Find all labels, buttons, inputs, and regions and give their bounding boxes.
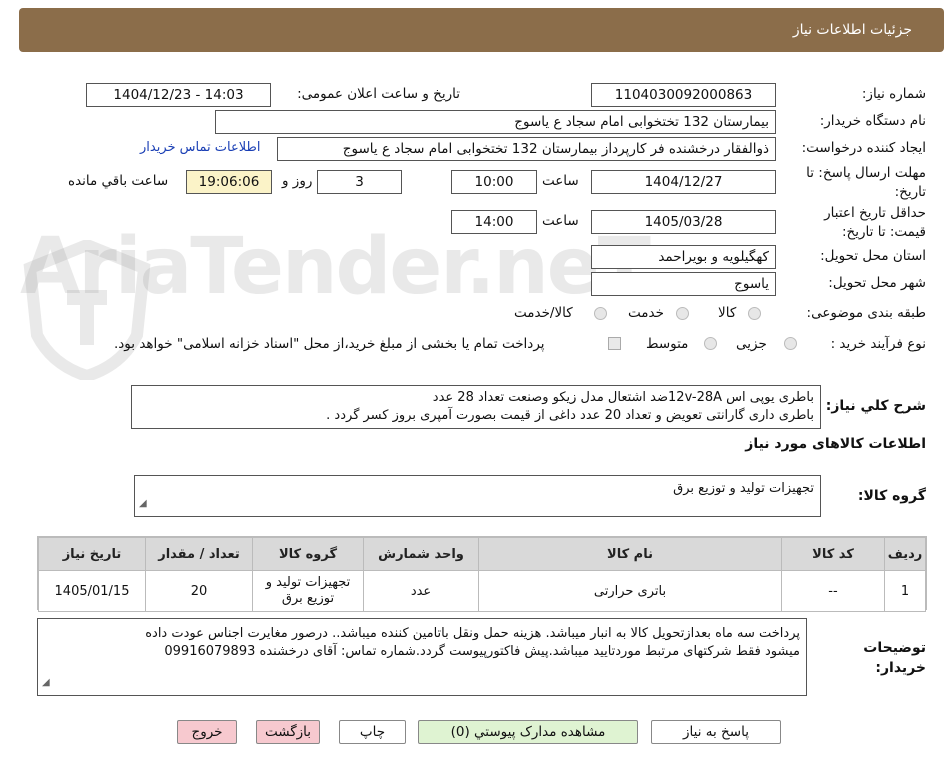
summary-line-2: باطری داری گارانتی تعویض و تعداد 20 عدد … xyxy=(326,408,814,423)
city-label: شهر محل تحویل: xyxy=(828,275,926,291)
print-button[interactable]: چاپ xyxy=(339,720,406,744)
deadline-label: مهلت ارسال پاسخ: تا تاریخ: xyxy=(806,165,926,200)
deadline-time-field: 10:00 xyxy=(451,170,537,194)
col-name: نام کالا xyxy=(478,537,782,571)
reply-button[interactable]: پاسخ به نیاز xyxy=(651,720,781,744)
cell-group: تجهیزات تولید و توزیع برق xyxy=(252,570,364,612)
category-radio-service[interactable] xyxy=(676,307,689,320)
watermark-text: AriaTender.neT xyxy=(20,222,651,312)
notes-line-1: پرداخت سه ماه بعدازتحویل کالا به انبار م… xyxy=(145,626,800,641)
summary-line-1: باطری یوپی اس 12v-28Aضد اشتعال مدل زیکو … xyxy=(432,390,814,405)
col-qty: تعداد / مقدار xyxy=(145,537,253,571)
page-title: جزئیات اطلاعات نیاز xyxy=(792,22,912,38)
treasury-note: پرداخت تمام یا بخشی از مبلغ خرید،از محل … xyxy=(114,336,545,352)
announce-label: تاریخ و ساعت اعلان عمومی: xyxy=(297,86,460,102)
province-label: استان محل تحویل: xyxy=(820,248,926,264)
need-number-label: شماره نیاز: xyxy=(861,86,926,102)
category-option-goods: کالا xyxy=(718,305,737,321)
validity-label: حداقل تاریخ اعتبار قیمت: تا تاریخ: xyxy=(824,205,926,240)
items-table-header: ردیف کد کالا نام کالا واحد شمارش گروه کا… xyxy=(38,537,926,571)
page-header: جزئیات اطلاعات نیاز xyxy=(19,8,944,52)
goods-section-title: اطلاعات کالاهای مورد نیاز xyxy=(745,436,926,452)
buyer-label: نام دستگاه خریدار: xyxy=(819,113,926,129)
process-option-minor: جزیی xyxy=(736,336,767,352)
category-option-service: خدمت xyxy=(628,305,664,321)
category-radio-goods[interactable] xyxy=(748,307,761,320)
deadline-date-field: 1404/12/27 xyxy=(591,170,776,194)
goods-group-textarea[interactable]: تجهیزات تولید و توزیع برق ◢ xyxy=(134,475,821,517)
category-label: طبقه بندی موضوعی: xyxy=(806,305,926,321)
cell-unit: عدد xyxy=(363,570,479,612)
resize-grip-icon: ◢ xyxy=(139,498,147,509)
back-button[interactable]: بازگشت xyxy=(256,720,320,744)
cell-qty: 20 xyxy=(145,570,253,612)
buyer-contact-link[interactable]: اطلاعات تماس خریدار xyxy=(140,140,260,155)
process-radio-minor[interactable] xyxy=(784,337,797,350)
col-date: تاریخ نیاز xyxy=(38,537,146,571)
city-field: یاسوج xyxy=(591,272,776,296)
validity-time-field: 14:00 xyxy=(451,210,537,234)
exit-button[interactable]: خروج xyxy=(177,720,237,744)
days-label: روز و xyxy=(282,173,313,189)
cell-row: 1 xyxy=(884,570,926,612)
col-unit: واحد شمارش xyxy=(363,537,479,571)
category-radio-goods-service[interactable] xyxy=(594,307,607,320)
category-option-goods-service: کالا/خدمت xyxy=(514,305,573,321)
process-label: نوع فرآیند خرید : xyxy=(830,336,926,352)
validity-date-field: 1405/03/28 xyxy=(591,210,776,234)
process-radio-medium[interactable] xyxy=(704,337,717,350)
remaining-time-field: 19:06:06 xyxy=(186,170,272,194)
attachments-button[interactable]: مشاهده مدارک پیوستي (0) xyxy=(418,720,638,744)
notes-textarea[interactable]: پرداخت سه ماه بعدازتحویل کالا به انبار م… xyxy=(37,618,807,696)
items-table: ردیف کد کالا نام کالا واحد شمارش گروه کا… xyxy=(38,537,926,612)
days-field: 3 xyxy=(317,170,402,194)
col-group: گروه کالا xyxy=(252,537,364,571)
cell-code: -- xyxy=(781,570,885,612)
creator-label: ایجاد کننده درخواست: xyxy=(801,140,926,156)
process-option-medium: متوسط xyxy=(646,336,689,352)
col-row: ردیف xyxy=(884,537,926,571)
creator-field: ذوالفقار درخشنده فر کارپرداز بیمارستان 1… xyxy=(277,137,776,161)
cell-name: باتری حرارتی xyxy=(478,570,782,612)
validity-time-label: ساعت xyxy=(542,213,579,229)
cell-date: 1405/01/15 xyxy=(38,570,146,612)
resize-grip-icon: ◢ xyxy=(42,677,50,688)
summary-textarea[interactable]: باطری یوپی اس 12v-28Aضد اشتعال مدل زیکو … xyxy=(131,385,821,429)
province-field: کهگیلویه و بویراحمد xyxy=(591,245,776,269)
summary-label: شرح کلي نياز: xyxy=(825,398,926,414)
notes-label: توضیحات خریدار: xyxy=(863,640,926,676)
notes-line-2: میشود فقط شرکتهای مرتبط موردتایید میباشد… xyxy=(164,644,800,659)
goods-group-value: تجهیزات تولید و توزیع برق xyxy=(673,481,814,496)
buyer-field: بیمارستان 132 تختخوابی امام سجاد ع یاسوج xyxy=(215,110,776,134)
announce-field: 1404/12/23 - 14:03 xyxy=(86,83,271,107)
treasury-checkbox[interactable] xyxy=(608,337,621,350)
deadline-time-label: ساعت xyxy=(542,173,579,189)
need-number-field: 1104030092000863 xyxy=(591,83,776,107)
col-code: کد کالا xyxy=(781,537,885,571)
remaining-label: ساعت باقي مانده xyxy=(68,173,169,189)
goods-group-label: گروه کالا: xyxy=(857,488,926,504)
items-table-frame: ردیف کد کالا نام کالا واحد شمارش گروه کا… xyxy=(37,536,927,612)
table-row: 1 -- باتری حرارتی عدد تجهیزات تولید و تو… xyxy=(38,570,926,612)
